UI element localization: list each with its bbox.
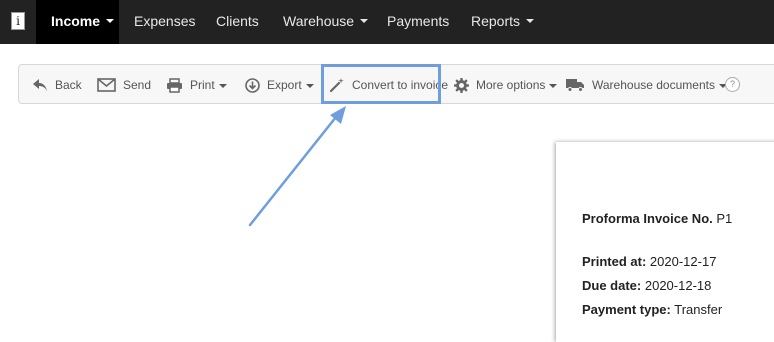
invoice-number: P1 <box>716 211 733 226</box>
printed-at-row: Printed at: 2020-12-17 <box>582 254 716 269</box>
due-date-label: Due date: <box>582 278 642 293</box>
payment-type-label: Payment type: <box>582 302 671 317</box>
printed-at-value: 2020-12-17 <box>649 254 717 269</box>
payment-type-value: Transfer <box>674 302 723 317</box>
invoice-title: Proforma Invoice No. P1 <box>582 211 732 226</box>
invoice-preview: Proforma Invoice No. P1 Printed at: 2020… <box>556 142 774 342</box>
printed-at-label: Printed at: <box>582 254 647 269</box>
invoice-title-label: Proforma Invoice No. <box>582 211 713 226</box>
payment-type-row: Payment type: Transfer <box>582 302 722 317</box>
due-date-value: 2020-12-18 <box>644 278 712 293</box>
due-date-row: Due date: 2020-12-18 <box>582 278 711 293</box>
